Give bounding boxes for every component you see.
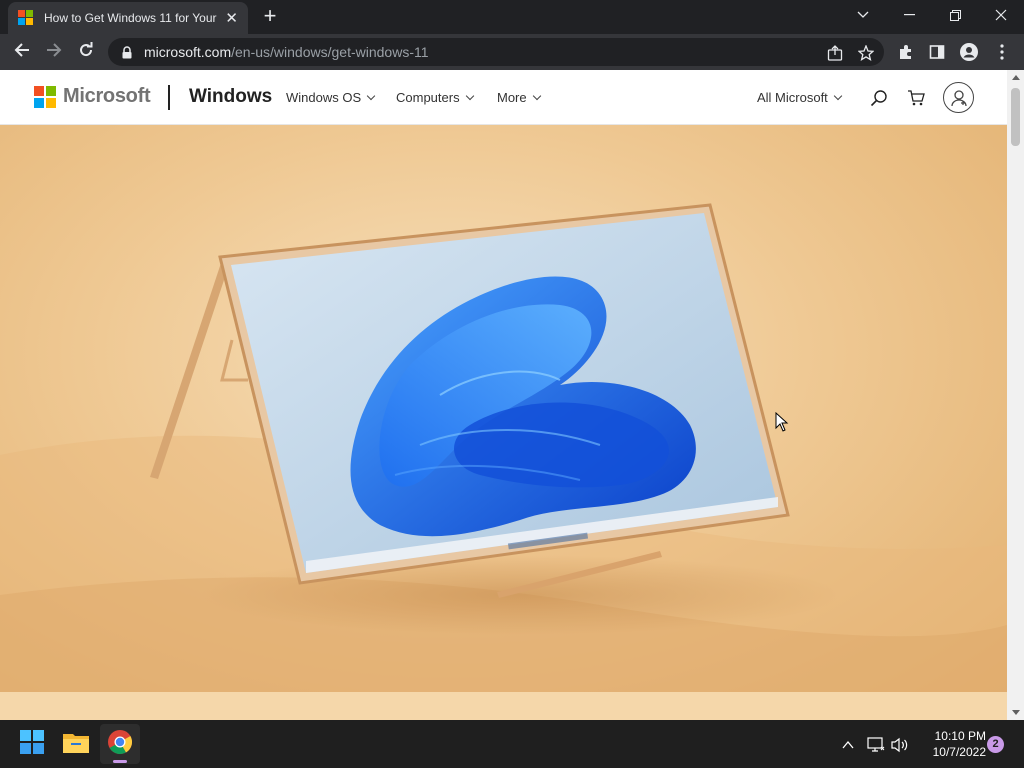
nav-computers[interactable]: Computers [396, 90, 474, 105]
browser-toolbar: microsoft.com/en-us/windows/get-windows-… [0, 34, 1024, 70]
share-icon[interactable] [826, 44, 844, 62]
chevron-down-icon [366, 91, 376, 100]
clock-date: 10/7/2022 [932, 745, 986, 759]
windows-taskbar: 10:10 PM 10/7/2022 2 [0, 720, 1024, 768]
file-explorer-icon [63, 731, 89, 758]
scroll-up-icon[interactable] [1011, 73, 1020, 82]
chevron-up-icon[interactable] [838, 735, 858, 755]
forward-arrow-icon [46, 42, 62, 63]
reload-button[interactable] [72, 38, 100, 66]
url-text: microsoft.com/en-us/windows/get-windows-… [144, 44, 429, 60]
system-clock[interactable]: 10:10 PM 10/7/2022 [914, 728, 986, 760]
site-header: Microsoft Windows Windows OS Computers M… [0, 70, 1007, 125]
microsoft-logo[interactable]: Microsoft [34, 85, 151, 108]
chevron-down-icon [465, 91, 474, 100]
nav-label: All Microsoft [757, 90, 828, 105]
back-button[interactable] [8, 38, 36, 66]
chevron-down-icon [833, 91, 843, 100]
nav-label: Windows OS [286, 90, 362, 105]
extensions-icon[interactable] [896, 42, 916, 62]
start-button[interactable] [12, 724, 52, 764]
menu-icon[interactable] [992, 42, 1012, 62]
file-explorer-button[interactable] [56, 724, 96, 764]
url-path: /en-us/windows/get-windows-11 [231, 44, 429, 60]
microsoft-favicon-icon [18, 10, 34, 26]
active-app-indicator [113, 760, 127, 763]
header-divider [168, 85, 170, 110]
nav-windows-os[interactable]: Windows OS [286, 90, 376, 105]
nav-label: More [497, 90, 527, 105]
scroll-down-icon[interactable] [1011, 708, 1020, 717]
tab-search-button[interactable] [840, 0, 886, 30]
browser-tab[interactable]: How to Get Windows 11 for Your ✕ [8, 2, 248, 34]
close-window-button[interactable] [978, 0, 1024, 30]
network-icon[interactable] [866, 735, 886, 755]
chevron-down-icon [532, 91, 541, 100]
restore-button[interactable] [932, 0, 978, 30]
chrome-taskbar-button[interactable] [100, 724, 140, 764]
volume-icon[interactable] [890, 735, 910, 755]
microsoft-logo-icon [34, 85, 56, 108]
hero-image [0, 125, 1007, 692]
product-title[interactable]: Windows [189, 86, 272, 108]
reload-icon [78, 41, 94, 63]
windows-start-icon [20, 729, 44, 759]
lock-icon[interactable] [120, 45, 134, 59]
page-scrollbar[interactable] [1007, 70, 1024, 720]
search-icon[interactable] [868, 87, 890, 109]
title-bar: How to Get Windows 11 for Your ✕ + [0, 0, 1024, 34]
tab-title: How to Get Windows 11 for Your [44, 11, 217, 25]
microsoft-wordmark: Microsoft [63, 85, 151, 107]
new-tab-button[interactable]: + [258, 5, 282, 29]
cart-icon[interactable] [905, 87, 927, 109]
chrome-icon [108, 729, 133, 759]
mouse-cursor-icon [775, 412, 789, 432]
clock-time: 10:10 PM [934, 729, 986, 743]
notification-badge[interactable]: 2 [987, 736, 1004, 753]
nav-more[interactable]: More [497, 90, 541, 105]
address-bar[interactable]: microsoft.com/en-us/windows/get-windows-… [108, 38, 884, 66]
minimize-button[interactable] [886, 0, 932, 30]
hero-bottom-strip [0, 692, 1007, 720]
forward-button[interactable] [40, 38, 68, 66]
url-host: microsoft.com [144, 44, 232, 60]
back-arrow-icon [14, 42, 30, 63]
profile-icon[interactable] [959, 42, 979, 62]
sidepanel-icon[interactable] [927, 42, 947, 62]
nav-all-microsoft[interactable]: All Microsoft [757, 90, 843, 105]
tab-close-icon[interactable]: ✕ [225, 11, 238, 26]
nav-label: Computers [396, 90, 460, 105]
page-viewport: Microsoft Windows Windows OS Computers M… [0, 70, 1024, 720]
account-icon[interactable] [943, 82, 974, 113]
scroll-thumb[interactable] [1011, 88, 1020, 146]
star-icon[interactable] [857, 44, 875, 62]
